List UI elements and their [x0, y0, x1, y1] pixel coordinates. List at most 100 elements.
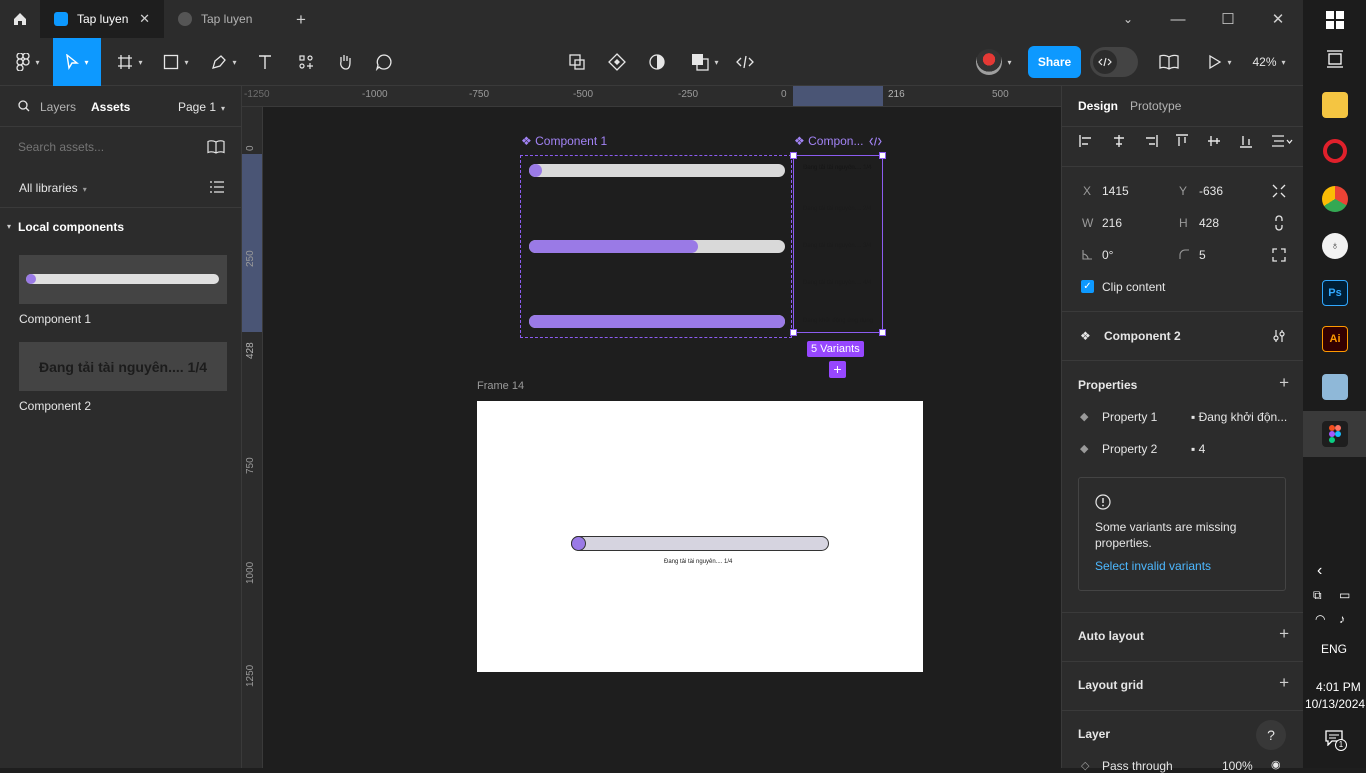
opera-icon[interactable] [1323, 139, 1347, 163]
h-field[interactable]: 428 [1199, 216, 1219, 230]
volume-icon[interactable]: ♪ [1339, 612, 1345, 626]
dev-mode-code-button[interactable] [731, 38, 759, 86]
battery-icon[interactable]: ▭ [1339, 588, 1350, 602]
home-button[interactable] [0, 0, 40, 38]
resources-button[interactable] [292, 38, 320, 86]
component-1-set[interactable] [520, 155, 792, 338]
tab-list-chevron-icon[interactable]: ⌄ [1103, 0, 1153, 38]
code-icon[interactable] [869, 137, 882, 146]
zoom-dropdown[interactable]: 42% ▾ [1244, 38, 1294, 86]
share-button[interactable]: Share [1028, 46, 1081, 78]
add-auto-layout-button[interactable]: + [1279, 624, 1289, 644]
list-view-icon[interactable] [210, 181, 224, 193]
align-left-icon[interactable] [1079, 134, 1093, 148]
search-assets-input[interactable] [12, 136, 192, 158]
adjust-settings-icon[interactable] [1272, 329, 1286, 343]
new-tab-button[interactable]: + [296, 10, 306, 30]
align-horizontal-center-icon[interactable] [1112, 134, 1126, 148]
progress-bar-variant-1[interactable] [529, 164, 785, 177]
distribute-icon[interactable] [1271, 134, 1293, 148]
w-field[interactable]: 216 [1102, 216, 1122, 230]
illustrator-icon[interactable]: Ai [1322, 326, 1348, 352]
image-viewer-icon[interactable] [1322, 374, 1348, 400]
figma-taskbar-icon[interactable] [1322, 421, 1348, 447]
start-button[interactable] [1322, 7, 1348, 33]
clip-studio-icon[interactable]: ♁ [1322, 233, 1348, 259]
constraints-icon[interactable] [1272, 184, 1286, 198]
tab-layers[interactable]: Layers [40, 100, 76, 114]
file-explorer-icon[interactable] [1322, 92, 1348, 118]
align-vertical-center-icon[interactable] [1207, 134, 1221, 148]
libraries-dropdown[interactable]: All libraries ▾ [19, 181, 87, 195]
property-1-name[interactable]: Property 1 [1102, 410, 1157, 424]
progress-bar-variant-3[interactable] [529, 315, 785, 328]
y-field[interactable]: -636 [1199, 184, 1223, 198]
component-button[interactable] [603, 38, 631, 86]
user-avatar-button[interactable]: ▾ [970, 38, 1018, 86]
frame-14-label[interactable]: Frame 14 [477, 380, 524, 392]
visibility-eye-icon[interactable]: ◉ [1271, 758, 1281, 771]
tab-prototype[interactable]: Prototype [1130, 99, 1181, 113]
independent-corners-icon[interactable] [1272, 248, 1286, 262]
tab-tap-luyen-active[interactable]: Tap luyen ✕ [40, 0, 164, 38]
select-invalid-variants-link[interactable]: Select invalid variants [1095, 559, 1211, 573]
wifi-icon[interactable]: ◠ [1315, 612, 1325, 626]
blend-mode-dropdown[interactable]: Pass through [1102, 759, 1173, 773]
rotation-field[interactable]: 0° [1102, 248, 1113, 262]
frame-14[interactable]: Đang tải tài nguyên.... 1/4 [477, 401, 923, 672]
library-button[interactable] [1155, 38, 1183, 86]
tab-assets[interactable]: Assets [91, 100, 130, 114]
variants-badge[interactable]: 5 Variants [807, 341, 864, 357]
create-component-button[interactable] [563, 38, 591, 86]
chrome-icon[interactable] [1322, 186, 1348, 212]
pen-tool-button[interactable]: ▾ [204, 38, 244, 86]
page-selector[interactable]: Page 1 ▾ [178, 100, 225, 114]
move-tool-button[interactable]: ▾ [53, 38, 101, 86]
screen-record-icon[interactable]: ⧉ [1313, 588, 1322, 603]
component-2-canvas-label[interactable]: ❖ Compon... [794, 134, 863, 148]
help-button[interactable]: ? [1256, 720, 1286, 750]
component-2-set-selected[interactable]: Đang tải tài nguyên.... 1/4 Đang tải tài… [790, 152, 886, 336]
hand-tool-button[interactable] [331, 38, 359, 86]
minimize-button[interactable]: — [1153, 0, 1203, 38]
resize-handle[interactable] [790, 329, 797, 336]
constrain-proportions-icon[interactable] [1273, 215, 1285, 231]
library-book-icon[interactable] [207, 140, 225, 154]
align-top-icon[interactable] [1175, 134, 1189, 148]
notification-button[interactable]: 1 [1325, 730, 1347, 751]
close-window-button[interactable]: ✕ [1253, 0, 1303, 38]
align-bottom-icon[interactable] [1239, 134, 1253, 148]
boolean-button[interactable]: ▾ [685, 38, 725, 86]
component-1-canvas-label[interactable]: ❖ Component 1 [521, 134, 607, 148]
frame-progress-track[interactable] [571, 536, 829, 551]
main-menu-button[interactable]: ▾ [8, 38, 48, 86]
resize-handle[interactable] [879, 329, 886, 336]
mask-button[interactable] [643, 38, 671, 86]
close-tab-icon[interactable]: ✕ [139, 11, 150, 27]
section-collapse-icon[interactable]: ▾ [7, 222, 11, 231]
progress-bar-variant-2[interactable] [529, 240, 785, 253]
tab-design[interactable]: Design [1078, 99, 1118, 113]
comment-tool-button[interactable] [370, 38, 398, 86]
add-layout-grid-button[interactable]: + [1279, 673, 1289, 693]
property-2-value[interactable]: ▪ 4 [1191, 442, 1205, 456]
align-right-icon[interactable] [1144, 134, 1158, 148]
photoshop-icon[interactable]: Ps [1322, 280, 1348, 306]
text-tool-button[interactable] [252, 38, 278, 86]
clock-date[interactable]: 10/13/2024 [1305, 697, 1365, 711]
frame-tool-button[interactable]: ▾ [110, 38, 150, 86]
dev-mode-toggle[interactable] [1090, 47, 1138, 77]
resize-handle[interactable] [879, 152, 886, 159]
x-field[interactable]: 1415 [1102, 184, 1129, 198]
add-variant-button[interactable]: + [829, 361, 846, 378]
task-view-button[interactable] [1322, 46, 1348, 72]
component-1-thumbnail[interactable] [19, 255, 227, 304]
property-1-value[interactable]: ▪ Đang khởi độn... [1191, 410, 1287, 424]
property-2-name[interactable]: Property 2 [1102, 442, 1157, 456]
maximize-button[interactable]: ☐ [1203, 0, 1253, 38]
opacity-field[interactable]: 100% [1222, 759, 1253, 773]
shape-tool-button[interactable]: ▾ [156, 38, 196, 86]
clip-content-checkbox[interactable]: ✓ [1081, 280, 1094, 293]
tab-tap-luyen-prototype[interactable]: Tap luyen [164, 0, 288, 38]
clock-time[interactable]: 4:01 PM [1316, 680, 1361, 694]
